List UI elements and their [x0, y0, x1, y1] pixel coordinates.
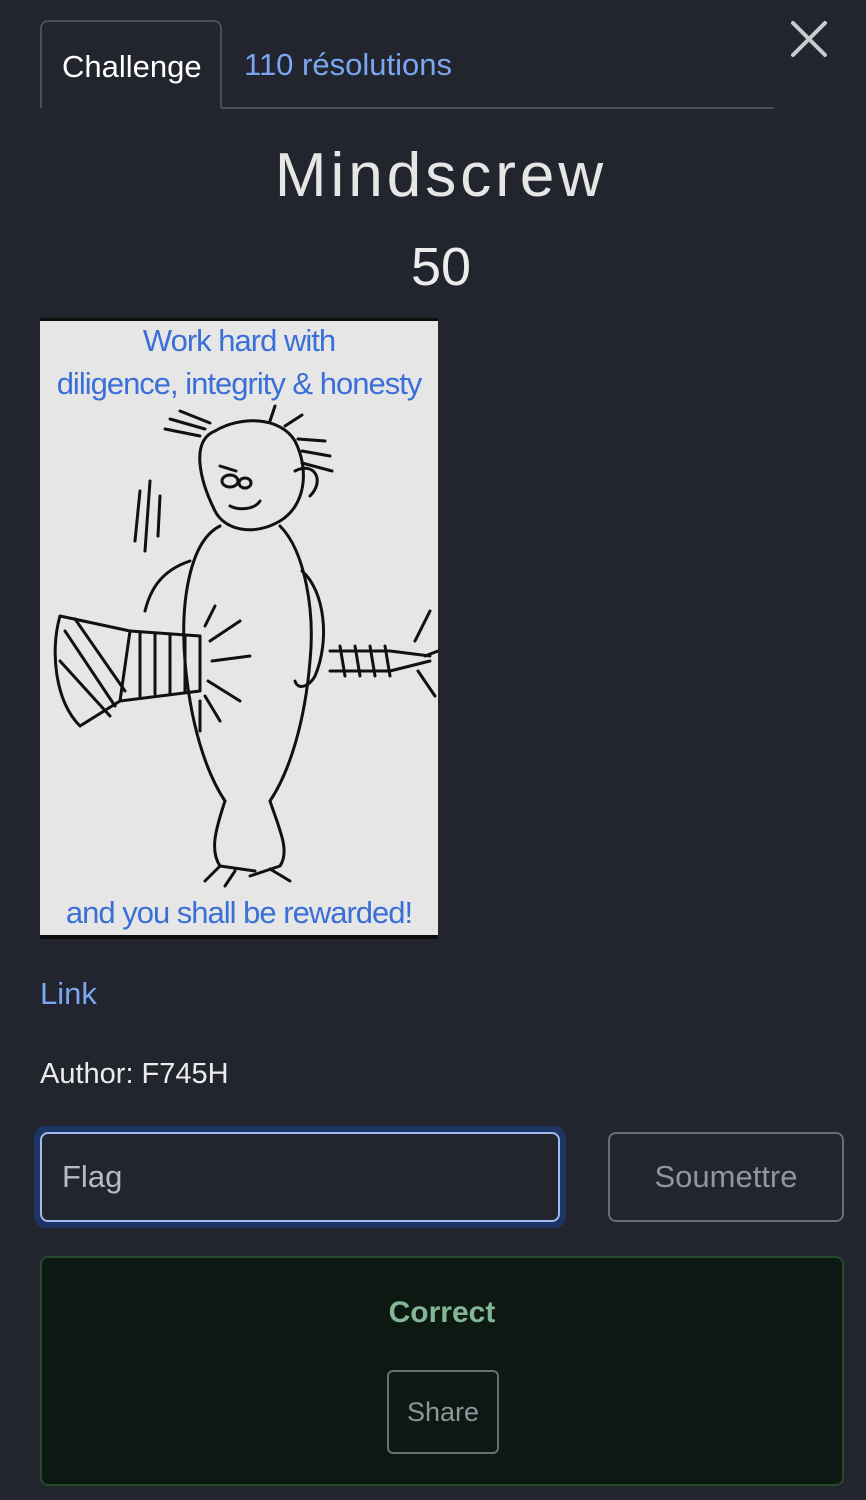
image-caption-line-3: and you shall be rewarded!	[65, 895, 413, 930]
challenge-author: Author: F745H	[40, 1058, 229, 1090]
tab-solves[interactable]: 110 résolutions	[224, 20, 472, 109]
challenge-modal: Challenge 110 résolutions Mindscrew 50 W…	[0, 0, 866, 1500]
flag-input-focus-ring	[34, 1126, 566, 1228]
close-icon	[791, 21, 827, 57]
share-button[interactable]: Share	[387, 1370, 499, 1454]
challenge-link[interactable]: Link	[40, 976, 97, 1012]
tab-challenge[interactable]: Challenge	[40, 20, 222, 109]
result-status: Correct	[388, 1296, 496, 1329]
submit-button[interactable]: Soumettre	[608, 1132, 844, 1222]
flag-input[interactable]	[40, 1132, 560, 1222]
challenge-points: 50	[410, 237, 472, 297]
image-caption-line-1: Work hard with	[142, 323, 336, 358]
challenge-title: Mindscrew	[274, 141, 608, 210]
tab-bar: Challenge 110 résolutions	[40, 20, 774, 109]
cartoon-drawing	[53, 404, 438, 888]
challenge-image: Work hard with diligence, integrity & ho…	[40, 318, 438, 939]
image-caption-line-2: diligence, integrity & honesty	[56, 366, 423, 401]
result-alert: Correct Share	[40, 1256, 844, 1486]
close-button[interactable]	[788, 18, 830, 60]
